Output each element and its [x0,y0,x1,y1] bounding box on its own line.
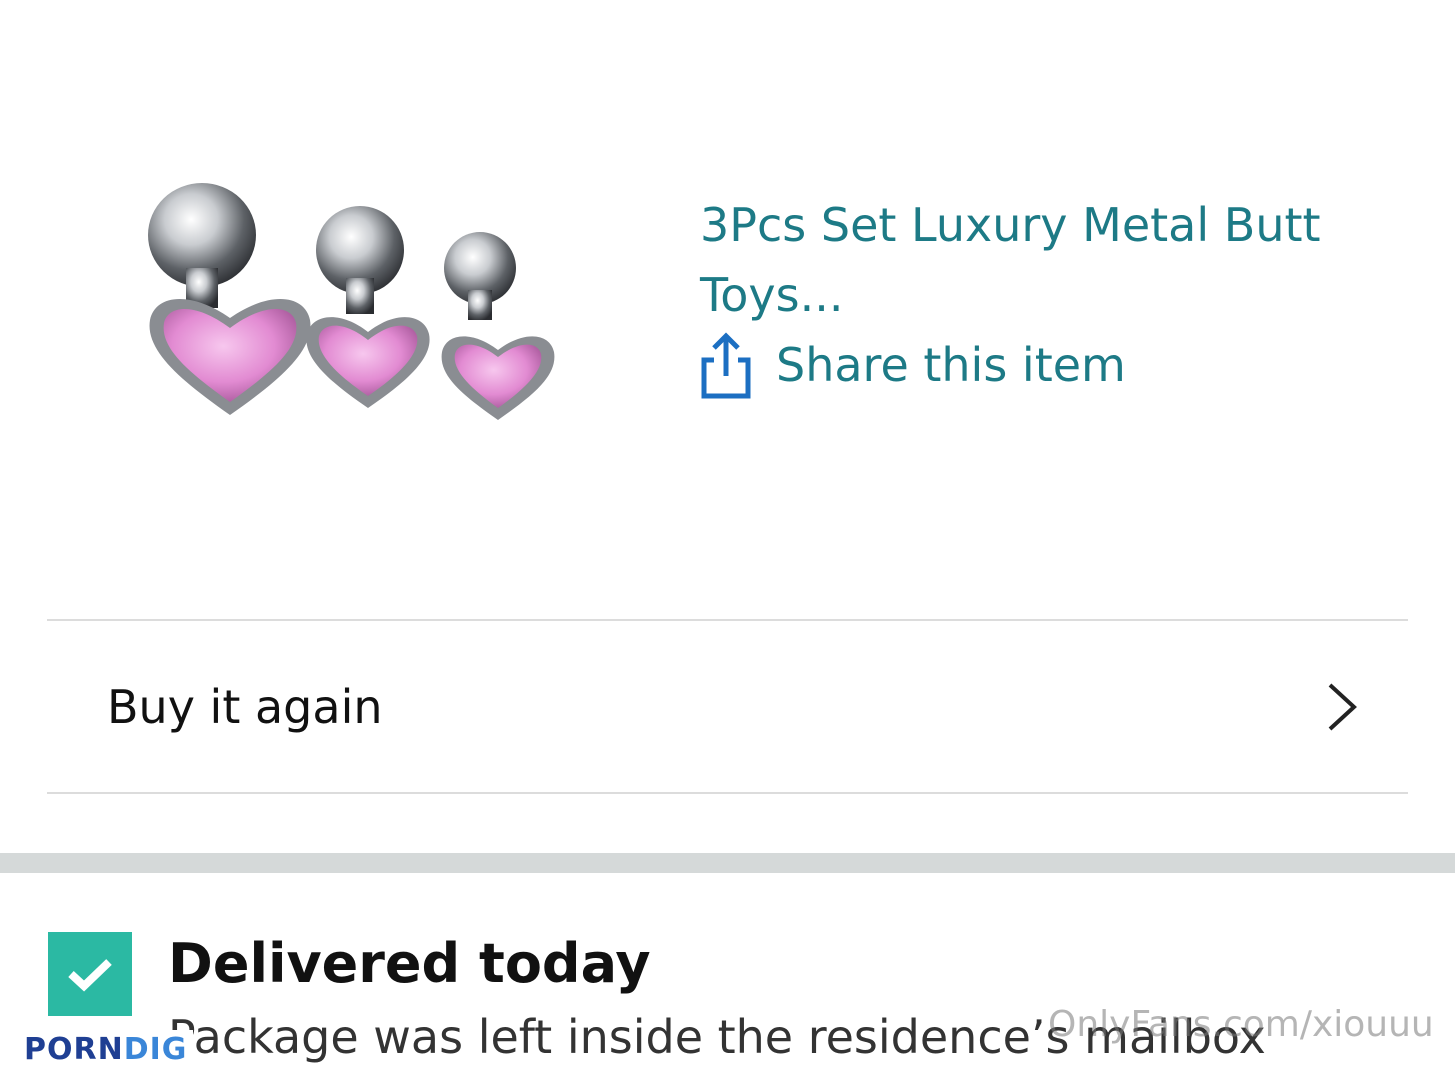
share-item-label: Share this item [776,338,1126,392]
buy-it-again-label: Buy it again [107,680,383,734]
share-icon [701,332,751,399]
buy-it-again-row[interactable]: Buy it again [47,622,1408,792]
porndig-watermark-part-2: DIG [123,1032,188,1067]
delivery-status-title: Delivered today [168,932,651,995]
product-title-link[interactable]: 3Pcs Set Luxury Metal Butt Toys... [700,190,1390,330]
divider-top [47,619,1408,621]
divider-bottom [47,792,1408,794]
section-separator [0,853,1455,873]
product-image[interactable] [120,150,600,450]
porndig-watermark-part-1: PORN [24,1032,124,1067]
porndig-watermark: PORNDIG [18,1030,194,1069]
share-item-button[interactable]: Share this item [698,330,1126,400]
check-icon [68,959,112,992]
onlyfans-watermark: OnlyFans.com/xiouuu [1048,1004,1434,1045]
delivered-status-badge [48,932,132,1016]
chevron-right-icon [1328,683,1357,731]
